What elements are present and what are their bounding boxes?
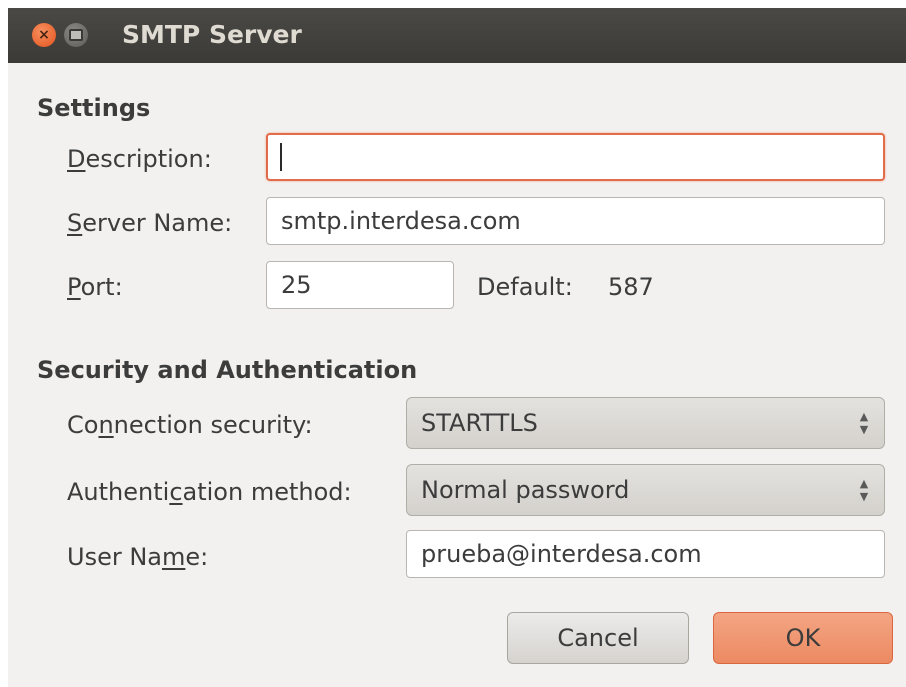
window-title: SMTP Server [122, 20, 302, 49]
authentication-method-label-rest: ation method: [182, 478, 352, 506]
user-name-label-rest: e: [185, 543, 209, 571]
connection-security-dropdown[interactable]: STARTTLS ▲ ▼ [406, 397, 885, 449]
authentication-method-label: Authentication method: [67, 478, 352, 506]
connection-security-mnemonic: n [98, 411, 114, 439]
user-name-label: User Name: [67, 543, 208, 571]
settings-heading: Settings [37, 94, 151, 122]
security-heading: Security and Authentication [37, 356, 418, 384]
close-button[interactable]: × [32, 23, 56, 47]
authentication-method-value: Normal password [421, 476, 630, 504]
description-label: Description: [67, 145, 212, 173]
default-port-label: Default: [477, 273, 573, 301]
ok-button[interactable]: OK [713, 612, 893, 664]
server-name-mnemonic: S [67, 209, 83, 237]
connection-security-value: STARTTLS [421, 409, 538, 437]
default-port-value: 587 [608, 273, 654, 301]
minimize-icon [69, 29, 83, 41]
port-label: Port: [67, 273, 123, 301]
minimize-button[interactable] [64, 23, 88, 47]
authentication-method-dropdown[interactable]: Normal password ▲ ▼ [406, 464, 885, 516]
description-label-text: escription: [85, 145, 212, 173]
cancel-button[interactable]: Cancel [507, 612, 689, 664]
port-field[interactable]: 25 [266, 261, 454, 309]
server-name-label: Server Name: [67, 209, 232, 237]
connection-security-label-rest: nection security: [113, 411, 313, 439]
authentication-method-mnemonic: c [169, 478, 183, 506]
authentication-method-label-pre: Authenti [67, 478, 170, 506]
port-value: 25 [281, 271, 312, 299]
connection-security-label-pre: Co [67, 411, 99, 439]
close-icon: × [38, 27, 50, 43]
user-name-label-pre: User Na [67, 543, 162, 571]
text-caret [280, 143, 282, 171]
smtp-server-dialog: × SMTP Server Settings Description: Serv… [8, 8, 906, 687]
description-mnemonic: D [67, 145, 86, 173]
user-name-field[interactable]: prueba@interdesa.com [406, 530, 885, 578]
server-name-field[interactable]: smtp.interdesa.com [266, 197, 885, 245]
up-down-arrows-icon: ▲ ▼ [859, 477, 869, 503]
port-mnemonic: P [67, 273, 81, 301]
title-bar: × SMTP Server [8, 8, 906, 63]
user-name-mnemonic: m [162, 543, 186, 571]
connection-security-label: Connection security: [67, 411, 313, 439]
up-down-arrows-icon: ▲ ▼ [859, 410, 869, 436]
description-field[interactable] [266, 133, 885, 181]
user-name-value: prueba@interdesa.com [421, 540, 702, 568]
port-label-text: ort: [80, 273, 123, 301]
server-name-label-text: erver Name: [82, 209, 233, 237]
server-name-value: smtp.interdesa.com [281, 207, 521, 235]
